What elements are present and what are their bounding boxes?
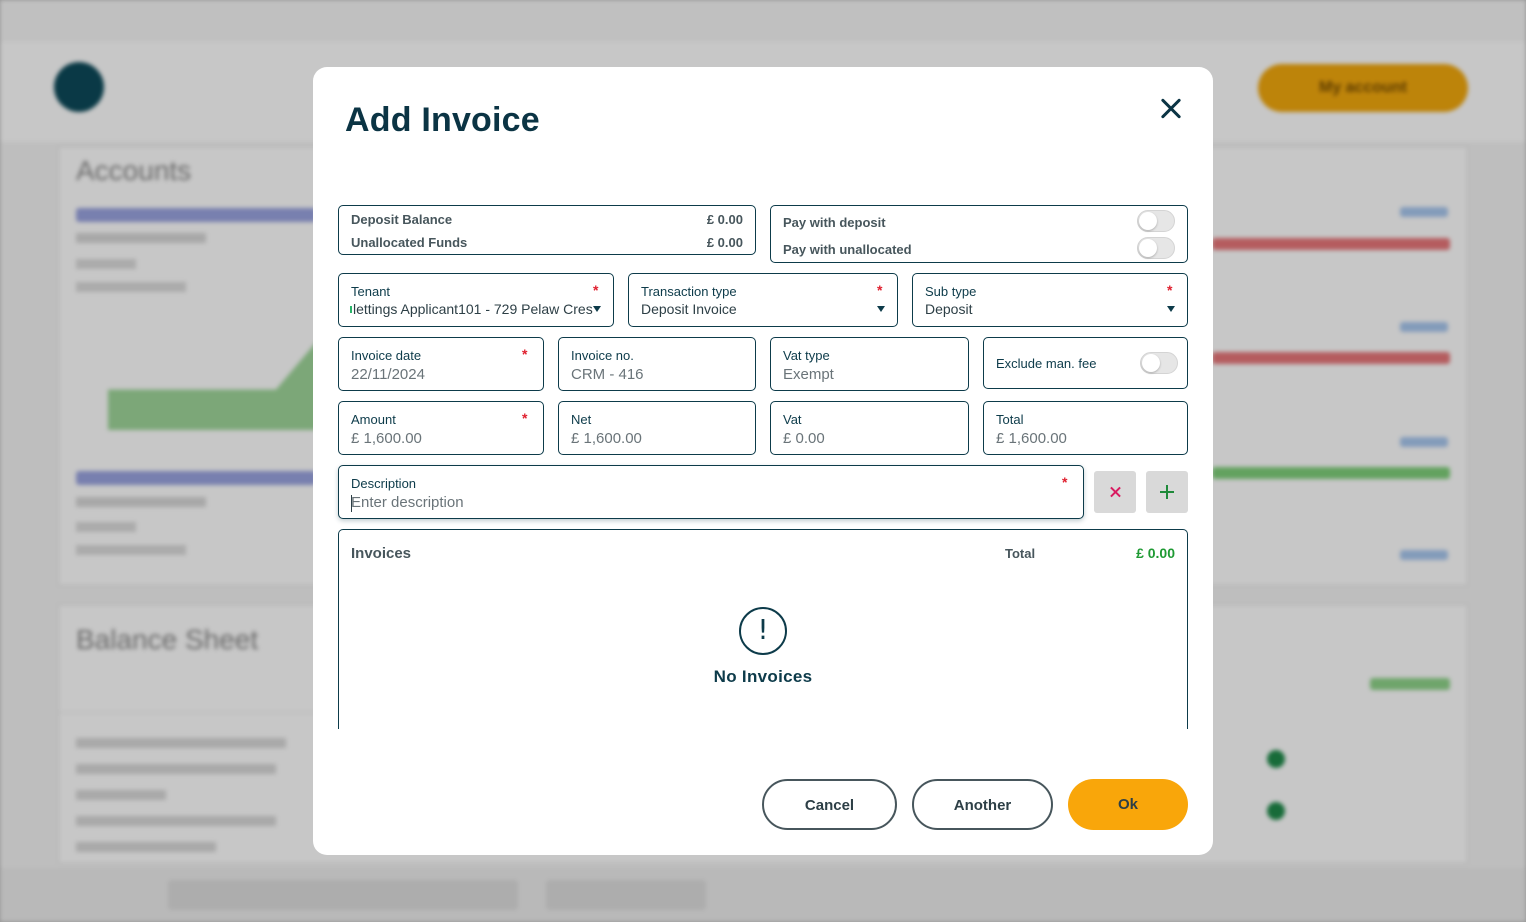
transaction-type-label: Transaction type [641, 284, 737, 299]
invoices-total-value: £ 0.00 [1136, 545, 1175, 561]
total-label: Total [996, 412, 1024, 427]
invoice-date-label: Invoice date [351, 348, 422, 363]
required-marker: * [522, 410, 528, 426]
chevron-down-icon [877, 306, 885, 312]
tenant-value: lettings Applicant101 - 729 Pelaw Cres [353, 301, 593, 317]
empty-state-text: No Invoices [713, 667, 813, 686]
exclude-man-fee-label: Exclude man. fee [996, 356, 1097, 371]
pay-options: Pay with deposit Pay with unallocated [770, 205, 1188, 263]
sub-type-value: Deposit [925, 301, 973, 317]
required-marker: * [877, 282, 883, 298]
sub-type-select[interactable]: Sub type * Deposit [912, 273, 1188, 327]
deposit-balance-value: £ 0.00 [706, 212, 743, 227]
vat-label: Vat [783, 412, 802, 427]
transaction-type-select[interactable]: Transaction type * Deposit Invoice [628, 273, 898, 327]
amount-value: £ 1,600.00 [351, 430, 422, 447]
add-icon[interactable] [1146, 471, 1188, 513]
invoice-no-value: CRM - 416 [571, 366, 644, 383]
exclude-man-fee: Exclude man. fee [983, 337, 1188, 389]
invoices-total-label: Total [1005, 546, 1036, 561]
pay-with-unallocated-toggle[interactable] [1137, 237, 1175, 259]
ok-button[interactable]: Ok [1068, 779, 1188, 830]
amount-field[interactable]: Amount * £ 1,600.00 [338, 401, 544, 455]
unallocated-funds-value: £ 0.00 [706, 235, 743, 250]
alert-icon: ! [739, 607, 787, 655]
transaction-type-value: Deposit Invoice [641, 301, 737, 317]
unallocated-funds-label: Unallocated Funds [351, 235, 468, 250]
exclude-man-fee-toggle[interactable] [1140, 352, 1178, 374]
invoices-title: Invoices [351, 545, 412, 562]
clear-icon[interactable] [1094, 471, 1136, 513]
vat-type-value: Exempt [783, 366, 834, 383]
balance-summary: Deposit Balance £ 0.00 Unallocated Funds… [338, 205, 756, 255]
invoices-panel: Invoices Total £ 0.00 ! No Invoices [338, 529, 1188, 729]
pay-with-unallocated-label: Pay with unallocated [783, 242, 912, 257]
required-marker: * [1167, 282, 1173, 298]
deposit-balance-label: Deposit Balance [351, 212, 453, 227]
pay-with-deposit-toggle[interactable] [1137, 210, 1175, 232]
net-label: Net [571, 412, 592, 427]
vat-value: £ 0.00 [783, 430, 825, 447]
net-field[interactable]: Net £ 1,600.00 [558, 401, 756, 455]
description-label: Description [351, 476, 417, 491]
close-icon[interactable] [1155, 93, 1187, 125]
pay-with-deposit-label: Pay with deposit [783, 215, 886, 230]
another-button[interactable]: Another [912, 779, 1053, 830]
required-marker: * [1062, 474, 1068, 490]
description-field[interactable]: Description * Enter description [338, 465, 1084, 519]
invoice-no-label: Invoice no. [571, 348, 634, 363]
tenant-label: Tenant [351, 284, 391, 299]
modal-title: Add Invoice [345, 101, 540, 139]
amount-label: Amount [351, 412, 396, 427]
tenant-select[interactable]: Tenant * lettings Applicant101 - 729 Pel… [338, 273, 614, 327]
vat-field[interactable]: Vat £ 0.00 [770, 401, 969, 455]
vat-type-label: Vat type [783, 348, 830, 363]
required-marker: * [593, 282, 599, 298]
required-marker: * [522, 346, 528, 362]
cancel-button[interactable]: Cancel [762, 779, 897, 830]
total-value: £ 1,600.00 [996, 430, 1067, 447]
invoice-date-value: 22/11/2024 [351, 366, 425, 383]
net-value: £ 1,600.00 [571, 430, 642, 447]
chevron-down-icon [593, 306, 601, 312]
invoice-date-field[interactable]: Invoice date * 22/11/2024 [338, 337, 544, 391]
total-field[interactable]: Total £ 1,600.00 [983, 401, 1188, 455]
chevron-down-icon [1167, 306, 1175, 312]
vat-type-field[interactable]: Vat type Exempt [770, 337, 969, 391]
invoice-no-field[interactable]: Invoice no. CRM - 416 [558, 337, 756, 391]
description-placeholder: Enter description [351, 494, 464, 511]
sub-type-label: Sub type [925, 284, 977, 299]
status-dot-icon [350, 306, 352, 313]
add-invoice-modal: Add Invoice Deposit Balance £ 0.00 Unall… [313, 67, 1213, 855]
